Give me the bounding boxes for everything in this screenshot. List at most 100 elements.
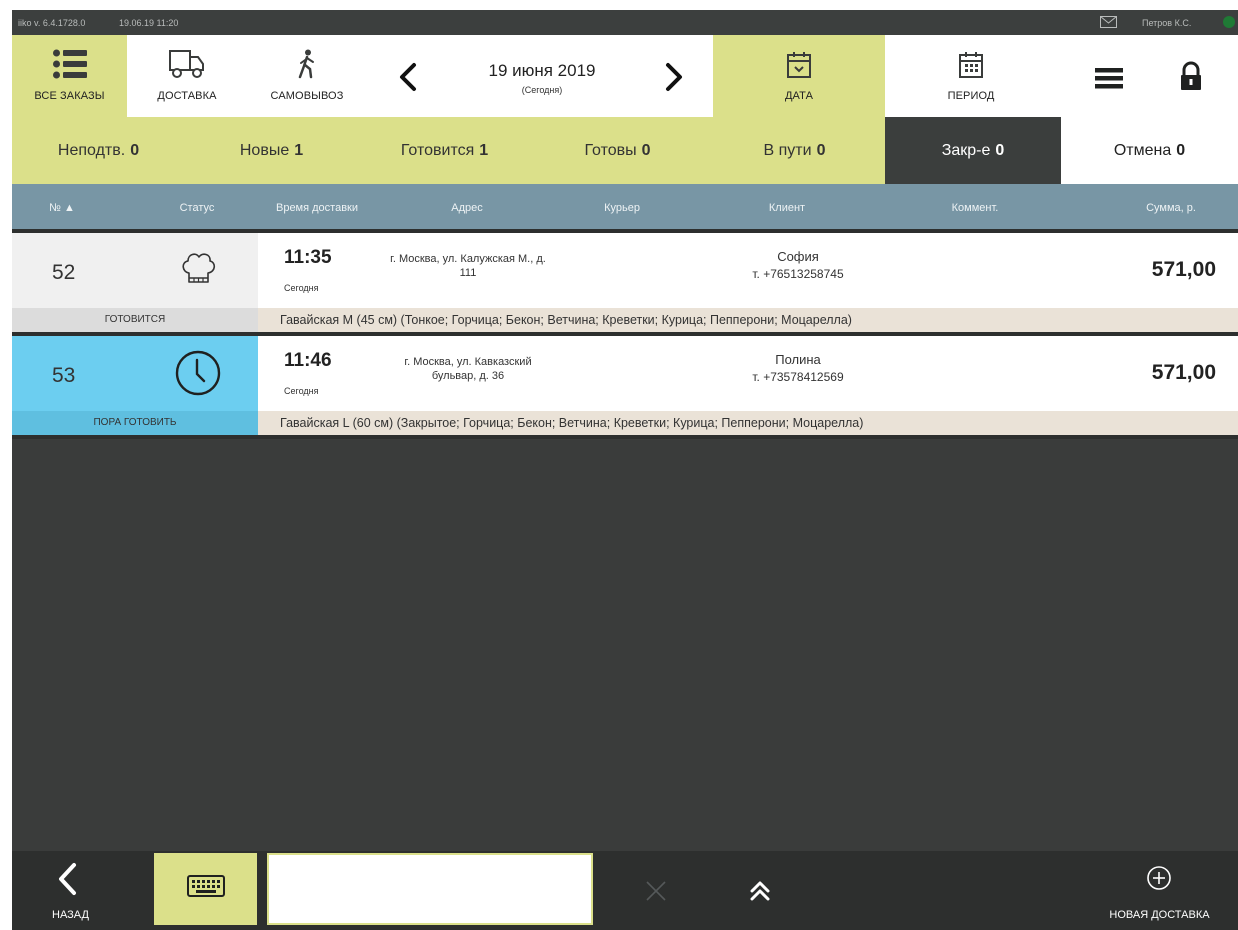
tab-label: Закр-е: [941, 141, 991, 159]
pickup-label: САМОВЫВОЗ: [270, 90, 344, 102]
order-address: г. Москва, ул. Калужская М., д. 111: [368, 252, 568, 280]
tab-label: Новые: [239, 141, 290, 159]
tab-count: 0: [816, 141, 826, 159]
address-line: бульвар, д. 36: [431, 370, 505, 382]
address-line: г. Москва, ул. Кавказский: [404, 356, 532, 368]
period-mode-button[interactable]: ПЕРИОД: [885, 35, 1057, 117]
period-mode-label: ПЕРИОД: [947, 90, 995, 102]
chevron-left-icon: [59, 863, 76, 895]
tab-count: 0: [641, 141, 651, 159]
tab-label: В пути: [763, 141, 812, 159]
column-courier[interactable]: Курьер: [587, 202, 657, 214]
order-items: Гавайская M (45 см) (Тонкое; Горчица; Бе…: [258, 308, 1238, 332]
column-number[interactable]: № ▲: [32, 202, 92, 214]
system-datetime: 19.06.19 11:20: [119, 18, 179, 28]
double-chevron-up-icon[interactable]: [740, 871, 780, 911]
search-input[interactable]: [267, 853, 593, 925]
toolbar: ВСЕ ЗАКАЗЫ ДОСТАВКА САМОВЫВОЗ 19 июня 20…: [12, 35, 1238, 117]
order-sum: 571,00: [1151, 361, 1216, 384]
tab-count: 1: [479, 141, 489, 159]
tab-closed[interactable]: Закр-е 0: [885, 117, 1061, 184]
row-divider: [12, 435, 1238, 439]
tab-count: 1: [294, 141, 304, 159]
chef-hat-icon: [182, 253, 216, 283]
next-date-button[interactable]: [658, 57, 688, 97]
tab-count: 0: [1176, 141, 1186, 159]
close-icon[interactable]: [636, 871, 676, 911]
order-number-cell: 53: [12, 336, 258, 411]
status-filter-tabs: Неподтв. 0 Новые 1 Готовится 1 Готовы 0 В пу…: [12, 117, 1238, 184]
delivery-button[interactable]: ДОСТАВКА: [127, 35, 247, 117]
walking-person-icon: [298, 49, 314, 79]
current-date: 19 июня 2019: [488, 61, 596, 80]
tab-count: 0: [995, 141, 1005, 159]
delivery-time: 11:35: [284, 247, 332, 268]
current-date-note: (Сегодня): [521, 85, 563, 95]
address-line: г. Москва, ул. Калужская М., д.: [390, 253, 546, 265]
delivery-label: ДОСТАВКА: [157, 90, 217, 102]
column-sum[interactable]: Сумма, р.: [1126, 202, 1216, 214]
sort-ascending-icon: ▲: [63, 202, 75, 214]
back-label: НАЗАД: [52, 909, 89, 921]
current-user[interactable]: Петров К.С.: [1142, 18, 1191, 28]
bottom-bar: НАЗАД НОВАЯ ДОСТАВКА: [12, 851, 1238, 930]
prev-date-button[interactable]: [394, 57, 424, 97]
all-orders-button[interactable]: ВСЕ ЗАКАЗЫ: [12, 35, 127, 117]
column-comment[interactable]: Коммент.: [930, 202, 1020, 214]
clock-icon: [175, 350, 221, 396]
delivery-time: 11:46: [284, 350, 332, 371]
tab-label: Отмена: [1113, 141, 1172, 159]
menu-icon[interactable]: [1094, 57, 1124, 97]
address-line: 111: [459, 267, 477, 279]
tab-cooking[interactable]: Готовится 1: [358, 117, 531, 184]
order-address: г. Москва, ул. Кавказский бульвар, д. 36: [368, 355, 568, 383]
table-header: № ▲ Статус Время доставки Адрес Курьер К…: [12, 184, 1238, 229]
app-version: iiko v. 6.4.1728.0: [18, 18, 86, 28]
delivery-day: Сегодня: [284, 386, 319, 396]
tab-ready[interactable]: Готовы 0: [531, 117, 704, 184]
date-mode-label: ДАТА: [784, 90, 814, 102]
order-details: 11:35 Сегодня г. Москва, ул. Калужская М…: [258, 233, 1238, 308]
order-status-label: ГОТОВИТСЯ: [12, 308, 258, 332]
client-phone: т. +73578412569: [752, 370, 844, 384]
column-delivery-time[interactable]: Время доставки: [262, 202, 372, 214]
tab-cancelled[interactable]: Отмена 0: [1061, 117, 1238, 184]
date-mode-button[interactable]: ДАТА: [713, 35, 885, 117]
column-client[interactable]: Клиент: [747, 202, 827, 214]
truck-icon: [169, 50, 204, 78]
connection-status-indicator: [1223, 16, 1235, 28]
tab-count: 0: [130, 141, 140, 159]
client-phone: т. +76513258745: [752, 267, 844, 281]
column-number-label: №: [49, 202, 61, 214]
table-row[interactable]: 52 ГОТОВИТСЯ 11:35 Сегодня г. Москва, ул…: [12, 233, 1238, 336]
tab-unconfirmed[interactable]: Неподтв. 0: [12, 117, 185, 184]
client-name: София: [777, 249, 819, 264]
calendar-grid-icon: [959, 52, 983, 78]
mail-icon[interactable]: [1100, 16, 1117, 28]
tab-label: Готовится: [400, 141, 475, 159]
keyboard-button[interactable]: [154, 853, 257, 925]
order-status-label: ПОРА ГОТОВИТЬ: [12, 411, 258, 435]
column-address[interactable]: Адрес: [432, 202, 502, 214]
pickup-button[interactable]: САМОВЫВОЗ: [247, 35, 367, 117]
order-items: Гавайская L (60 см) (Закрытое; Горчица; …: [258, 411, 1238, 435]
table-row[interactable]: 53 ПОРА ГОТОВИТЬ 11:46 Сегодня г. Москва…: [12, 336, 1238, 439]
plus-circle-icon: [1147, 866, 1171, 890]
lock-icon[interactable]: [1176, 57, 1206, 97]
delivery-day: Сегодня: [284, 283, 319, 293]
order-sum: 571,00: [1151, 258, 1216, 281]
column-status[interactable]: Статус: [162, 202, 232, 214]
tab-new[interactable]: Новые 1: [185, 117, 358, 184]
order-number: 53: [52, 364, 76, 387]
keyboard-icon: [187, 875, 225, 897]
new-delivery-label: НОВАЯ ДОСТАВКА: [1109, 909, 1210, 921]
new-delivery-button[interactable]: НОВАЯ ДОСТАВКА: [1092, 851, 1238, 930]
calendar-check-icon: [787, 52, 811, 78]
tab-on-the-way[interactable]: В пути 0: [704, 117, 885, 184]
order-number: 52: [52, 261, 76, 284]
all-orders-label: ВСЕ ЗАКАЗЫ: [34, 90, 105, 102]
order-details: 11:46 Сегодня г. Москва, ул. Кавказский …: [258, 336, 1238, 411]
back-button[interactable]: НАЗАД: [12, 851, 112, 930]
list-icon: [52, 49, 87, 79]
client-name: Полина: [775, 352, 821, 367]
